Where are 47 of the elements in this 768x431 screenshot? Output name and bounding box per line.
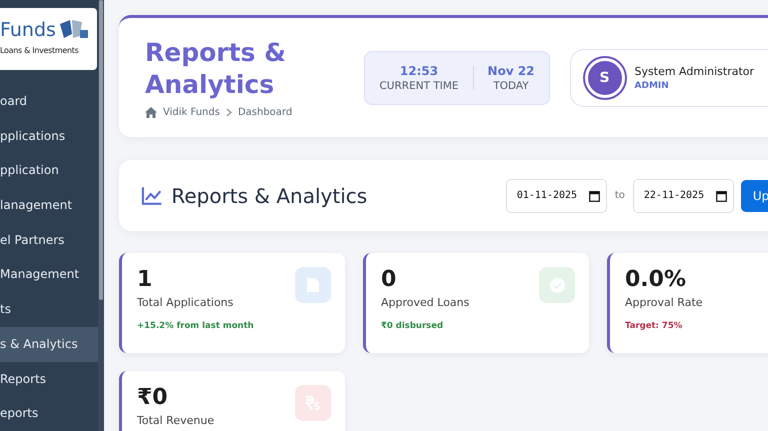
logo-text: Funds [0, 19, 56, 41]
stat-icon [295, 385, 331, 421]
user-role: ADMIN [634, 80, 670, 90]
stat-icon [295, 267, 331, 303]
page-title: Reports & Analytics [145, 37, 287, 101]
stat-note: +15.2% from last month [137, 321, 255, 331]
sidebar-item[interactable]: s & Analytics [0, 326, 98, 362]
stat-value: 0.0% [625, 267, 686, 293]
user-name: System Administrator [634, 64, 754, 78]
sidebar-item[interactable]: Reports [0, 362, 98, 396]
sidebar-item[interactable]: el Partners [0, 222, 98, 258]
sidebar-item[interactable]: eports [0, 396, 98, 431]
stat-label: Approved Loans [381, 296, 470, 309]
sidebar-item[interactable]: Management [0, 257, 98, 292]
sidebar-item[interactable]: ts [0, 292, 98, 327]
date-field[interactable]: 22-11-2025 [632, 178, 734, 212]
stat-label: Total Applications [137, 296, 234, 309]
clock-value: 12:53 [400, 64, 438, 78]
stat-value: 0 [381, 267, 396, 293]
line-chart-icon [141, 186, 162, 206]
calendar-icon[interactable] [716, 190, 727, 202]
breadcrumb-link[interactable]: Vidik Funds [163, 107, 220, 118]
sidebar-item[interactable]: pplication [0, 153, 98, 188]
date-field[interactable]: 01-11-2025 [506, 178, 607, 212]
stat-value: 1 [137, 267, 152, 293]
breadcrumb-link[interactable]: Dashboard [238, 107, 292, 118]
avatar: S [584, 58, 625, 98]
stat-label: Total Revenue [137, 414, 214, 427]
stat-note: Target: 75% [625, 321, 684, 331]
sidebar-item[interactable]: lanagement [0, 188, 98, 223]
stat-icon [539, 267, 575, 303]
user-panel[interactable]: S System Administrator ADMIN [570, 48, 768, 106]
sidebar-item[interactable]: pplications [0, 118, 98, 154]
sidebar-item[interactable]: oard [0, 84, 98, 119]
logo-tagline: Loans & Investments [0, 46, 80, 55]
clock-label: TODAY [493, 80, 529, 92]
clock-value: Nov 22 [488, 64, 535, 78]
section-title: Reports & Analytics [171, 184, 368, 208]
home-icon [145, 107, 157, 118]
scrollbar[interactable] [98, 0, 104, 431]
calendar-icon[interactable] [588, 190, 600, 202]
stat-label: Approval Rate [625, 296, 703, 309]
stat-value: ₹0 [137, 385, 168, 411]
stat-note: ₹0 disbursed [381, 321, 444, 331]
chevron-right-icon [226, 108, 232, 117]
range-separator: to [614, 190, 625, 201]
clock-label: CURRENT TIME [379, 80, 459, 92]
